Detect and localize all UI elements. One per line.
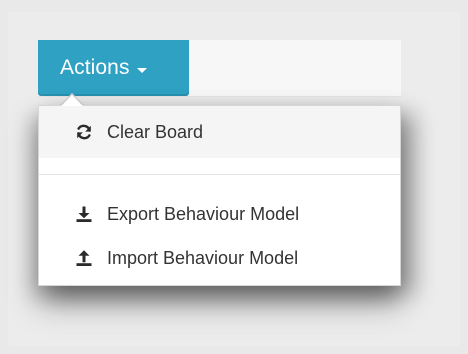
actions-dropdown-menu: Clear Board Export Behaviour Model Impor…: [38, 105, 401, 286]
menu-divider: [39, 174, 400, 175]
actions-button-label: Actions: [60, 56, 130, 79]
menu-item-clear-board[interactable]: Clear Board: [39, 106, 400, 158]
menu-item-import-behaviour-model[interactable]: Import Behaviour Model: [39, 236, 400, 280]
menu-item-label: Import Behaviour Model: [107, 247, 299, 268]
upload-icon: [75, 249, 93, 267]
dropdown-arrow-fill: [61, 95, 83, 106]
menu-item-label: Export Behaviour Model: [107, 203, 300, 224]
actions-dropdown-button[interactable]: Actions: [38, 40, 189, 96]
caret-down-icon: [136, 67, 147, 73]
menu-item-export-behaviour-model[interactable]: Export Behaviour Model: [39, 192, 400, 236]
download-icon: [75, 205, 93, 223]
menu-item-label: Clear Board: [107, 121, 204, 142]
refresh-icon: [75, 123, 93, 141]
